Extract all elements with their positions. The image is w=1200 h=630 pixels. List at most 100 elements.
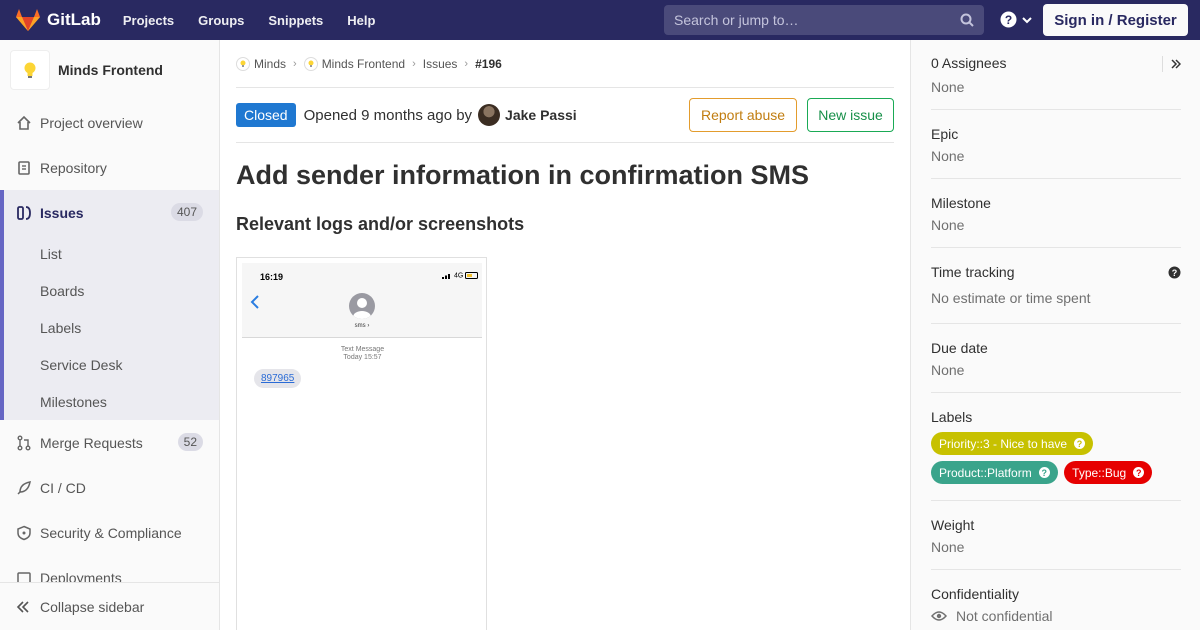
doc-icon bbox=[16, 160, 32, 176]
back-chevron-icon bbox=[250, 295, 259, 309]
gitlab-logo[interactable]: GitLab bbox=[15, 0, 101, 40]
label-priority[interactable]: Priority::3 - Nice to have ? bbox=[931, 432, 1094, 455]
epic-block: Epic None bbox=[931, 110, 1181, 179]
sidebar-subitem-labels[interactable]: Labels bbox=[4, 309, 219, 346]
project-name: Minds Frontend bbox=[58, 62, 163, 78]
issues-count-badge: 407 bbox=[170, 203, 203, 221]
sidebar-item-issues[interactable]: Issues 407 bbox=[4, 190, 219, 235]
label-type[interactable]: Type::Bug ? bbox=[1064, 461, 1153, 484]
sidebar-item-ci-cd[interactable]: CI / CD bbox=[0, 465, 219, 510]
project-header[interactable]: Minds Frontend bbox=[0, 40, 219, 100]
label-product[interactable]: Product::Platform ? bbox=[931, 461, 1058, 484]
nav-links: Projects Groups Snippets Help bbox=[123, 13, 400, 28]
confidentiality-title: Confidentiality bbox=[931, 586, 1019, 602]
breadcrumb: Minds › Minds Frontend › Issues › #196 bbox=[236, 40, 894, 88]
sidebar-item-repository[interactable]: Repository bbox=[0, 145, 219, 190]
question-circle-icon: ? bbox=[1038, 467, 1050, 478]
phone-header: 16:19 4G sms › bbox=[242, 263, 482, 338]
nav-projects[interactable]: Projects bbox=[123, 13, 174, 28]
breadcrumb-minds[interactable]: Minds bbox=[236, 56, 286, 71]
person-icon bbox=[353, 298, 371, 319]
sidebar-item-security[interactable]: Security & Compliance bbox=[0, 510, 219, 555]
confidentiality-value: Not confidential bbox=[956, 608, 1053, 624]
network-type: 4G bbox=[453, 272, 464, 280]
eye-icon bbox=[931, 611, 947, 621]
project-avatar bbox=[10, 50, 50, 90]
sidebar-item-label: Merge Requests bbox=[40, 434, 143, 451]
sms-code-bubble: 897965 bbox=[254, 369, 302, 388]
nav-snippets[interactable]: Snippets bbox=[268, 13, 323, 28]
sidebar-item-project-overview[interactable]: Project overview bbox=[0, 100, 219, 145]
question-circle-icon[interactable]: ? bbox=[1168, 266, 1181, 279]
labels-title: Labels bbox=[931, 409, 973, 425]
issue-header: Closed Opened 9 months ago by Jake Passi… bbox=[236, 88, 894, 143]
labels-block: Labels Priority::3 - Nice to have ? Prod… bbox=[931, 393, 1181, 501]
help-dropdown[interactable]: ? bbox=[1000, 11, 1033, 28]
nav-groups[interactable]: Groups bbox=[198, 13, 244, 28]
breadcrumb-issues[interactable]: Issues bbox=[423, 57, 458, 71]
lightbulb-icon bbox=[24, 62, 36, 78]
contact-name: sms › bbox=[354, 323, 370, 329]
search-input[interactable] bbox=[674, 12, 954, 28]
sidebar-item-label: Security & Compliance bbox=[40, 524, 182, 541]
lightbulb-icon bbox=[240, 60, 246, 67]
breadcrumb-issue-number[interactable]: #196 bbox=[475, 57, 502, 71]
battery-icon bbox=[465, 272, 479, 279]
attached-screenshot[interactable]: 16:19 4G sms › Text Message Today 15:57 … bbox=[236, 257, 487, 630]
time-tracking-value: No estimate or time spent bbox=[931, 290, 1091, 306]
new-issue-button[interactable]: New issue bbox=[807, 98, 894, 132]
group-avatar bbox=[236, 56, 250, 71]
collapse-sidebar-button[interactable]: Collapse sidebar bbox=[0, 582, 219, 630]
sidebar-item-merge-requests[interactable]: Merge Requests 52 bbox=[0, 420, 219, 465]
lightbulb-icon bbox=[308, 60, 314, 67]
question-circle-icon: ? bbox=[1074, 438, 1086, 449]
question-circle-icon: ? bbox=[1000, 11, 1017, 28]
merge-requests-count-badge: 52 bbox=[177, 433, 203, 451]
contact-avatar bbox=[349, 293, 375, 319]
search-box[interactable] bbox=[664, 5, 984, 35]
description-heading: Relevant logs and/or screenshots bbox=[236, 214, 525, 234]
brand-name: GitLab bbox=[47, 10, 101, 29]
home-icon bbox=[16, 115, 32, 131]
sidebar-subitem-list[interactable]: List bbox=[4, 235, 219, 272]
sidebar-item-label: CI / CD bbox=[40, 479, 86, 496]
due-date-title: Due date bbox=[931, 340, 988, 356]
confidentiality-block: Confidentiality Not confidential bbox=[931, 570, 1181, 624]
signal-icon bbox=[442, 274, 450, 279]
breadcrumb-label: Minds Frontend bbox=[321, 56, 406, 71]
author-name[interactable]: Jake Passi bbox=[505, 107, 577, 123]
message-time: Today 15:57 bbox=[343, 354, 382, 361]
milestone-value: None bbox=[931, 217, 965, 233]
sign-in-button[interactable]: Sign in / Register bbox=[1043, 4, 1188, 36]
breadcrumb-minds-frontend[interactable]: Minds Frontend bbox=[303, 56, 406, 71]
time-tracking-block: Time tracking No estimate or time spent … bbox=[931, 248, 1181, 324]
status-badge: Closed bbox=[236, 103, 296, 127]
question-circle-icon: ? bbox=[1133, 467, 1145, 478]
report-abuse-button[interactable]: Report abuse bbox=[689, 98, 797, 132]
nav-help[interactable]: Help bbox=[347, 13, 375, 28]
message-type: Text Message bbox=[340, 346, 385, 353]
label-text: Product::Platform bbox=[939, 465, 1032, 480]
tanuki-icon bbox=[16, 9, 40, 31]
double-chevron-left-icon bbox=[16, 600, 30, 614]
top-navbar: GitLab Projects Groups Snippets Help ? S… bbox=[0, 0, 1200, 40]
epic-title: Epic bbox=[931, 126, 959, 142]
due-date-block: Due date None bbox=[931, 324, 1181, 393]
issue-content: Minds › Minds Frontend › Issues › #196 C… bbox=[236, 40, 894, 630]
message-meta: Text Message Today 15:57 bbox=[237, 346, 488, 362]
svg-text:?: ? bbox=[1172, 268, 1178, 278]
issues-group: Issues 407 List Boards Labels Service De… bbox=[0, 190, 219, 420]
sidebar-subitem-milestones[interactable]: Milestones bbox=[4, 383, 219, 420]
sidebar-subitem-boards[interactable]: Boards bbox=[4, 272, 219, 309]
collapse-right-sidebar-button[interactable] bbox=[1162, 56, 1181, 72]
issue-title: Add sender information in confirmation S… bbox=[236, 160, 810, 190]
weight-value: None bbox=[931, 539, 965, 555]
confidentiality-row: Not confidential bbox=[931, 608, 1181, 624]
sidebar-subitem-service-desk[interactable]: Service Desk bbox=[4, 346, 219, 383]
author-avatar[interactable] bbox=[478, 104, 501, 126]
time-tracking-title: Time tracking bbox=[931, 264, 1015, 280]
svg-text:?: ? bbox=[1005, 13, 1012, 27]
chevron-right-icon: › bbox=[412, 57, 416, 70]
opened-text: Opened 9 months ago by bbox=[303, 106, 473, 124]
labels-list: Priority::3 - Nice to have ? bbox=[931, 432, 1181, 455]
